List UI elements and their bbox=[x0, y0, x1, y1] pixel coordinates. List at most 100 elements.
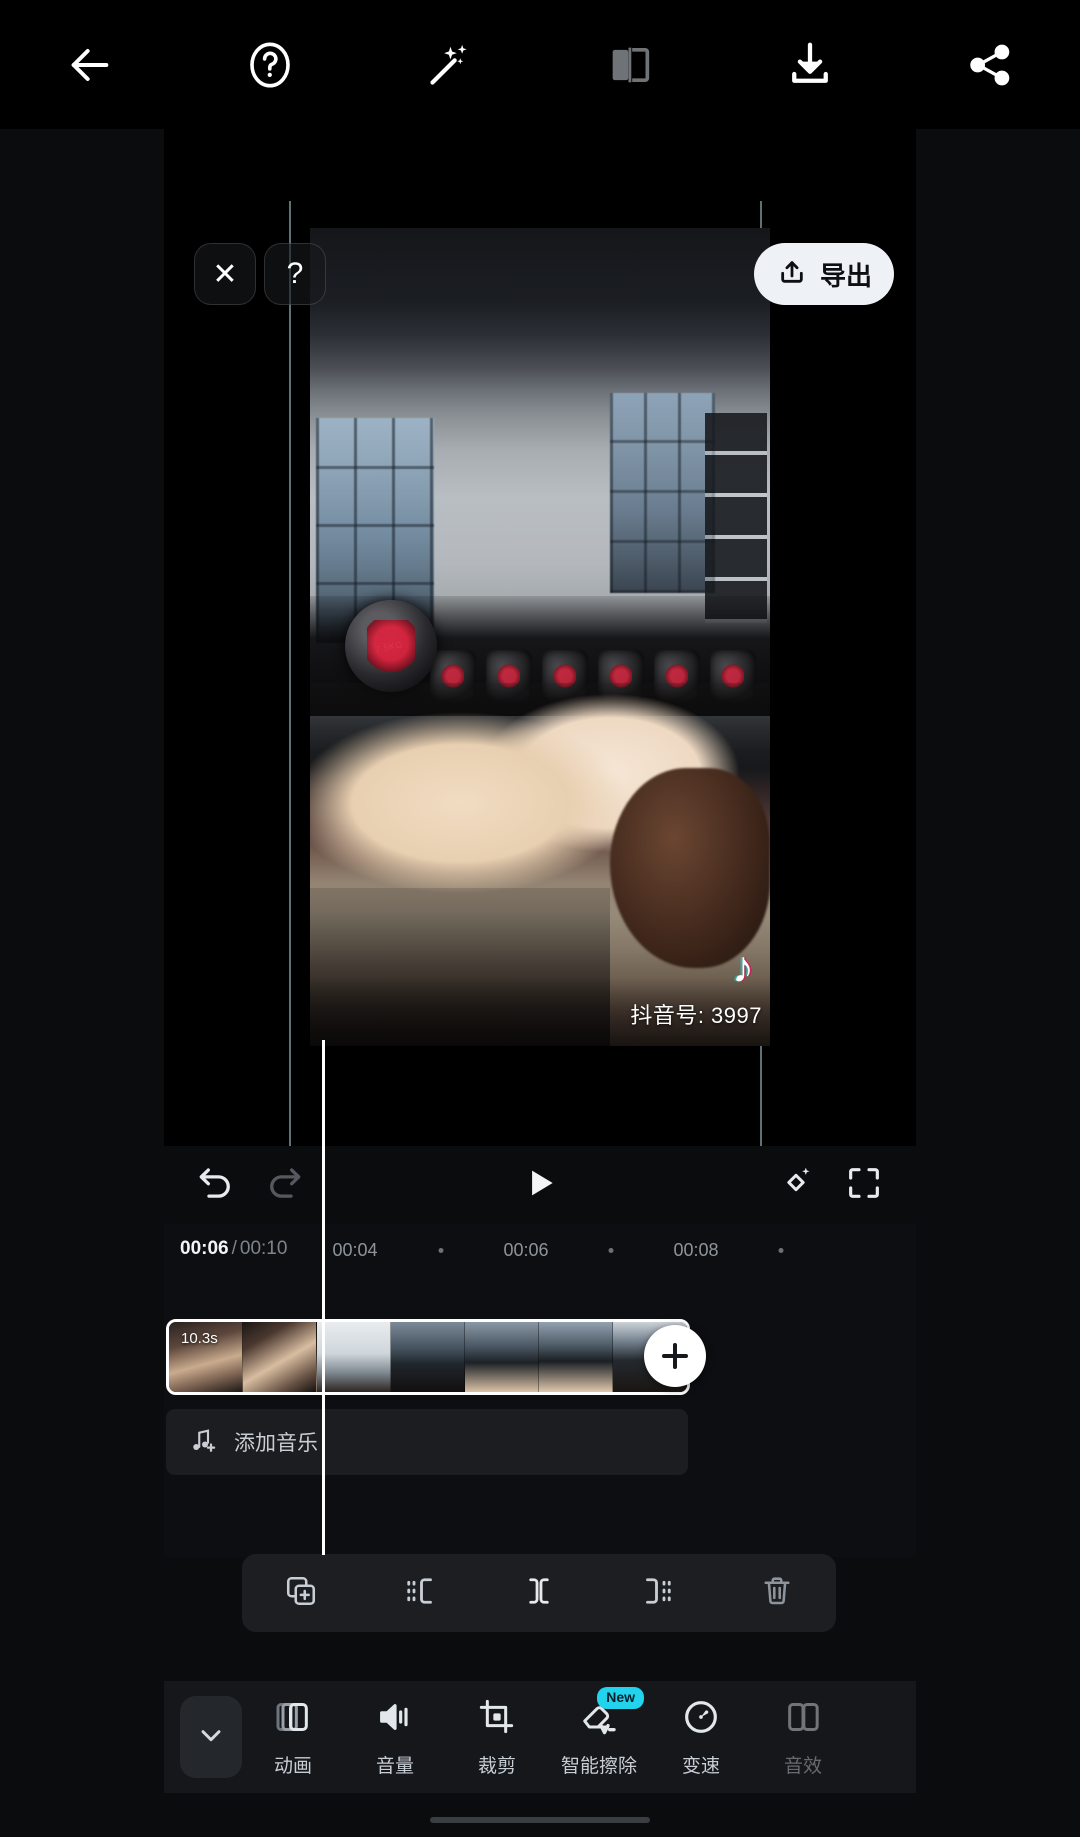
video-weight-plate: 7.5KG bbox=[345, 600, 437, 692]
timeline-panel[interactable]: 00:06/00:10 00:04 00:06 00:08 10.3s 添加音乐 bbox=[164, 1224, 916, 1557]
undo-button[interactable] bbox=[184, 1153, 248, 1217]
upload-icon bbox=[776, 256, 808, 293]
video-preview[interactable]: 7.5KG ♪ 抖音号: 3997 ✕ ? 导出 bbox=[164, 201, 916, 1146]
export-label: 导出 bbox=[819, 260, 872, 291]
time-separator: / bbox=[231, 1238, 237, 1259]
chevron-down-icon bbox=[195, 1719, 227, 1756]
nav-label: 变速 bbox=[681, 1755, 720, 1777]
preview-close-button[interactable]: ✕ bbox=[194, 243, 256, 305]
nav-label: 音量 bbox=[375, 1755, 414, 1777]
clip-thumbnail[interactable] bbox=[539, 1322, 613, 1392]
time-readout: 00:06/00:10 bbox=[180, 1238, 287, 1260]
ruler-tick-label: 00:04 bbox=[332, 1240, 378, 1260]
left-gutter bbox=[0, 129, 164, 1837]
ruler-tick-dot bbox=[608, 1248, 614, 1253]
right-gutter bbox=[916, 129, 1080, 1837]
nav-label: 动画 bbox=[273, 1755, 312, 1777]
host-toolbar bbox=[0, 0, 1080, 129]
magic-wand-icon bbox=[422, 37, 478, 93]
video-shelf bbox=[705, 413, 767, 623]
split-view-icon bbox=[604, 39, 656, 91]
bottom-toolbar: 动画 音量 裁剪 New 智能擦除 变速 音效 bbox=[164, 1681, 916, 1793]
undo-icon bbox=[195, 1162, 237, 1209]
trim-left-button[interactable] bbox=[361, 1554, 480, 1632]
redo-button[interactable] bbox=[252, 1153, 316, 1217]
video-window-right bbox=[610, 393, 715, 593]
clip-thumbnail[interactable] bbox=[317, 1322, 391, 1392]
nav-label: 音效 bbox=[783, 1755, 822, 1777]
watermark-account: 抖音号: 3997 bbox=[630, 1003, 762, 1028]
app-root: 7.5KG ♪ 抖音号: 3997 ✕ ? 导出 00:06 / 00:10 0… bbox=[0, 0, 1080, 1837]
ruler-tick-dot bbox=[438, 1248, 444, 1253]
clip-thumbnail[interactable] bbox=[243, 1322, 317, 1392]
current-time: 00:06 bbox=[180, 1238, 229, 1259]
magic-wand-button[interactable] bbox=[360, 0, 540, 129]
timeline-ruler[interactable]: 00:06/00:10 00:04 00:06 00:08 bbox=[164, 1224, 916, 1274]
back-button[interactable] bbox=[0, 0, 180, 129]
preview-guide-left bbox=[289, 201, 291, 1146]
ruler-tick-dot bbox=[778, 1248, 784, 1253]
download-button[interactable] bbox=[720, 0, 900, 129]
fullscreen-icon bbox=[844, 1163, 884, 1208]
question-mark-icon: ? bbox=[286, 257, 304, 290]
clip-thumbnail[interactable] bbox=[465, 1322, 539, 1392]
help-button[interactable] bbox=[180, 0, 360, 129]
nav-speed[interactable]: 变速 bbox=[650, 1681, 752, 1793]
home-indicator bbox=[430, 1817, 650, 1823]
new-badge: New bbox=[597, 1687, 644, 1709]
crop-icon bbox=[477, 1697, 517, 1742]
play-button[interactable] bbox=[508, 1153, 572, 1217]
video-frame: 7.5KG ♪ 抖音号: 3997 bbox=[310, 228, 770, 1046]
tiktok-logo-icon: ♪ bbox=[732, 943, 754, 992]
speed-icon bbox=[681, 1697, 721, 1742]
share-icon bbox=[964, 39, 1016, 91]
preview-letterbox bbox=[164, 129, 916, 201]
split-button[interactable] bbox=[480, 1554, 599, 1632]
clip-action-toolbar bbox=[242, 1554, 836, 1632]
add-music-track[interactable]: 添加音乐 bbox=[166, 1409, 688, 1475]
audio-effect-icon bbox=[783, 1697, 823, 1742]
trim-right-icon bbox=[640, 1573, 676, 1614]
nav-ai-erase[interactable]: New 智能擦除 bbox=[548, 1681, 650, 1793]
play-icon bbox=[521, 1164, 559, 1207]
ruler-tick-label: 00:08 bbox=[673, 1240, 719, 1260]
split-icon bbox=[521, 1573, 557, 1614]
copy-clip-button[interactable] bbox=[242, 1554, 361, 1632]
nav-label: 裁剪 bbox=[477, 1755, 516, 1777]
nav-audio[interactable]: 音效 bbox=[752, 1681, 854, 1793]
music-note-icon bbox=[188, 1425, 218, 1460]
phone-screen: 7.5KG ♪ 抖音号: 3997 ✕ ? 导出 00:06 / 00:10 0… bbox=[164, 129, 916, 1837]
nav-crop[interactable]: 裁剪 bbox=[446, 1681, 548, 1793]
timeline-playhead[interactable] bbox=[322, 1040, 325, 1555]
help-circle-icon bbox=[243, 38, 297, 92]
keyframe-icon bbox=[775, 1162, 817, 1209]
fullscreen-button[interactable] bbox=[832, 1153, 896, 1217]
volume-icon bbox=[375, 1697, 415, 1742]
keyframe-button[interactable] bbox=[764, 1153, 828, 1217]
delete-clip-button[interactable] bbox=[717, 1554, 836, 1632]
download-icon bbox=[783, 38, 837, 92]
video-track[interactable]: 10.3s bbox=[166, 1319, 690, 1395]
ruler-tick-label: 00:06 bbox=[503, 1240, 549, 1260]
collapse-toolbar-button[interactable] bbox=[180, 1696, 242, 1778]
preview-help-button[interactable]: ? bbox=[264, 243, 326, 305]
clip-thumbnail[interactable] bbox=[391, 1322, 465, 1392]
animation-icon bbox=[273, 1697, 313, 1742]
trash-icon bbox=[759, 1573, 795, 1614]
trim-left-icon bbox=[402, 1573, 438, 1614]
share-button[interactable] bbox=[900, 0, 1080, 129]
split-view-button[interactable] bbox=[540, 0, 720, 129]
trim-right-button[interactable] bbox=[598, 1554, 717, 1632]
clip-duration-label: 10.3s bbox=[181, 1330, 218, 1347]
nav-label: 智能擦除 bbox=[560, 1755, 637, 1777]
back-icon bbox=[62, 37, 118, 93]
total-time: 00:10 bbox=[239, 1238, 288, 1259]
export-button[interactable]: 导出 bbox=[753, 243, 894, 305]
nav-animation[interactable]: 动画 bbox=[242, 1681, 344, 1793]
player-controls bbox=[164, 1146, 916, 1224]
nav-volume[interactable]: 音量 bbox=[344, 1681, 446, 1793]
redo-icon bbox=[263, 1162, 305, 1209]
duplicate-icon bbox=[283, 1573, 319, 1614]
add-clip-button[interactable] bbox=[644, 1325, 706, 1387]
add-music-label: 添加音乐 bbox=[234, 1432, 318, 1455]
